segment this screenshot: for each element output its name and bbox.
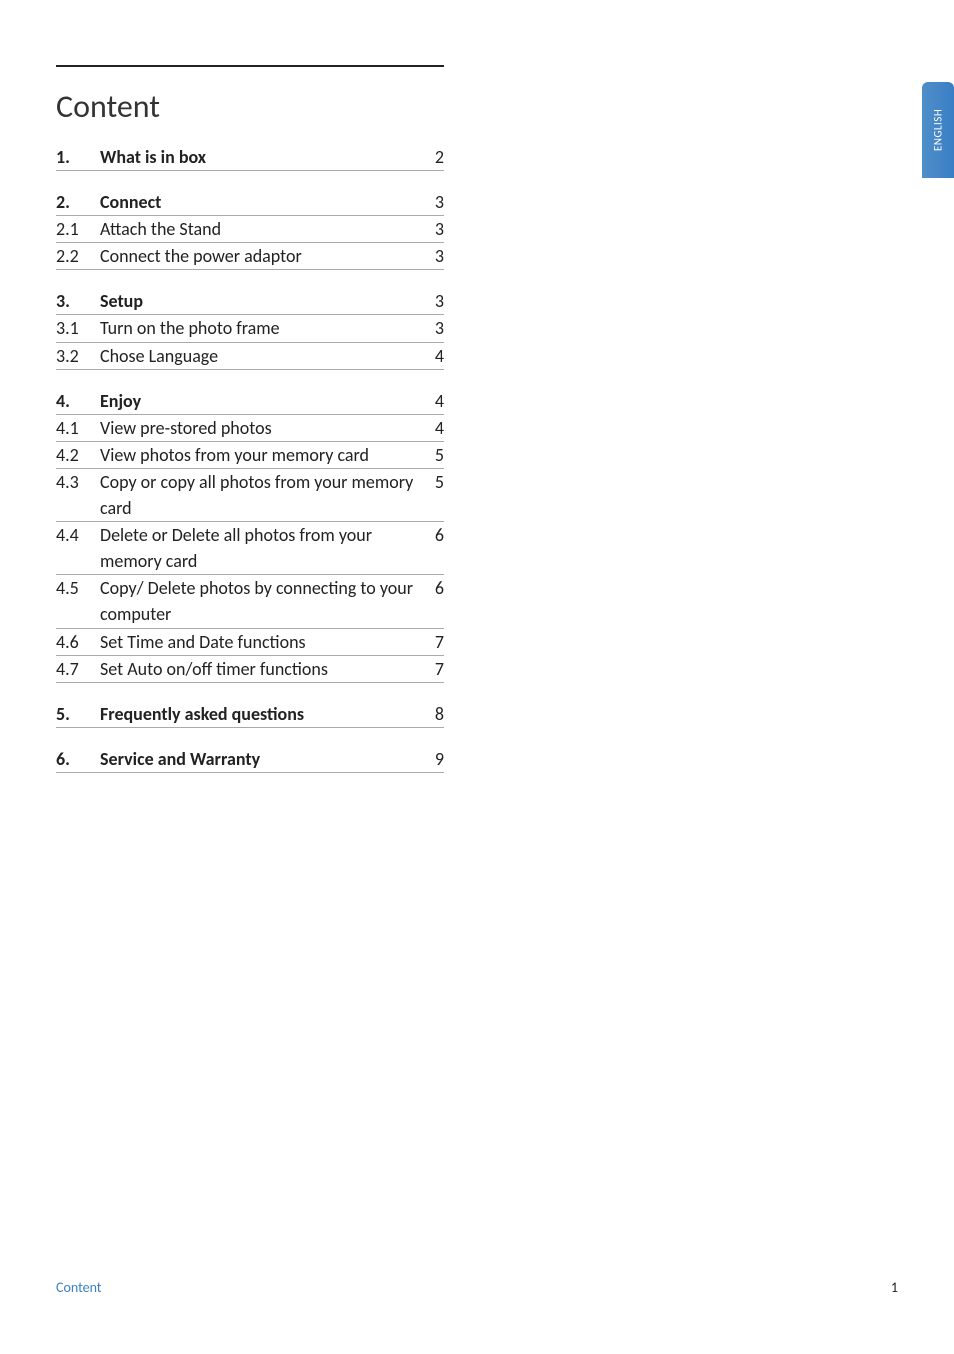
- toc-entry: 4.2View photos from your memory card5: [56, 442, 444, 469]
- page-heading: Content: [56, 65, 444, 126]
- toc-entry-title: Setup: [100, 288, 426, 314]
- toc-entry-page: 3: [426, 243, 444, 269]
- toc-entry-page: 4: [426, 415, 444, 441]
- toc-entry-title: Chose Language: [100, 343, 426, 369]
- toc-entry-number: 4.5: [56, 575, 100, 601]
- toc-entry-number: 5.: [56, 701, 100, 727]
- toc-entry-number: 3.2: [56, 343, 100, 369]
- toc-entry-number: 1.: [56, 144, 100, 170]
- toc-entry: 4.3Copy or copy all photos from your mem…: [56, 469, 444, 522]
- toc-group: 1.What is in box2: [56, 144, 444, 171]
- toc-entry-number: 4.1: [56, 415, 100, 441]
- toc-entry-number: 4.3: [56, 469, 100, 495]
- toc-entry-page: 6: [426, 522, 444, 548]
- toc-entry-title: Service and Warranty: [100, 746, 426, 772]
- toc-entry-number: 6.: [56, 746, 100, 772]
- toc-entry: 6.Service and Warranty9: [56, 746, 444, 773]
- toc-entry: 3.2Chose Language4: [56, 343, 444, 370]
- language-tab: ENGLISH: [922, 82, 954, 178]
- toc-entry-number: 4.7: [56, 656, 100, 682]
- toc-entry-number: 4.4: [56, 522, 100, 548]
- toc-entry: 3.1Turn on the photo frame3: [56, 315, 444, 342]
- toc-group: 6.Service and Warranty9: [56, 746, 444, 773]
- toc-entry-number: 3.: [56, 288, 100, 314]
- toc-entry: 4.Enjoy4: [56, 388, 444, 415]
- toc-entry-page: 3: [426, 189, 444, 215]
- toc-entry: 4.5Copy/ Delete photos by connecting to …: [56, 575, 444, 628]
- toc-entry-number: 3.1: [56, 315, 100, 341]
- toc-entry-number: 2.: [56, 189, 100, 215]
- toc-entry-title: What is in box: [100, 144, 426, 170]
- footer-page-number: 1: [891, 1279, 898, 1296]
- toc-entry-title: Frequently asked questions: [100, 701, 426, 727]
- toc-entry-title: Delete or Delete all photos from your me…: [100, 522, 426, 574]
- toc-entry-number: 2.1: [56, 216, 100, 242]
- toc-entry: 5.Frequently asked questions8: [56, 701, 444, 728]
- toc-entry: 2.1Attach the Stand3: [56, 216, 444, 243]
- toc-entry-title: Copy/ Delete photos by connecting to you…: [100, 575, 426, 627]
- toc-entry-title: View pre-stored photos: [100, 415, 426, 441]
- toc-entry-title: View photos from your memory card: [100, 442, 426, 468]
- page-footer: Content 1: [56, 1279, 898, 1296]
- toc-entry-number: 4.6: [56, 629, 100, 655]
- toc-entry-title: Connect the power adaptor: [100, 243, 426, 269]
- toc-entry-number: 4.2: [56, 442, 100, 468]
- toc-group: 5.Frequently asked questions8: [56, 701, 444, 728]
- toc-entry-page: 6: [426, 575, 444, 601]
- table-of-contents: 1.What is in box22.Connect32.1Attach the…: [56, 144, 444, 773]
- toc-entry-page: 8: [426, 701, 444, 727]
- toc-group: 2.Connect32.1Attach the Stand32.2Connect…: [56, 189, 444, 270]
- footer-section-name: Content: [56, 1279, 102, 1296]
- toc-entry-title: Set Time and Date functions: [100, 629, 426, 655]
- toc-entry-number: 4.: [56, 388, 100, 414]
- toc-entry: 4.7Set Auto on/off timer functions7: [56, 656, 444, 683]
- toc-entry: 2.Connect3: [56, 189, 444, 216]
- toc-entry: 3.Setup3: [56, 288, 444, 315]
- toc-entry-title: Turn on the photo frame: [100, 315, 426, 341]
- toc-group: 4.Enjoy44.1View pre-stored photos44.2Vie…: [56, 388, 444, 683]
- toc-entry-page: 2: [426, 144, 444, 170]
- toc-entry-page: 4: [426, 388, 444, 414]
- toc-entry-page: 5: [426, 469, 444, 495]
- toc-entry-page: 9: [426, 746, 444, 772]
- toc-entry-page: 7: [426, 656, 444, 682]
- toc-entry: 4.1View pre-stored photos4: [56, 415, 444, 442]
- toc-entry-number: 2.2: [56, 243, 100, 269]
- toc-entry-page: 5: [426, 442, 444, 468]
- toc-entry-page: 7: [426, 629, 444, 655]
- toc-entry-page: 4: [426, 343, 444, 369]
- toc-entry-title: Set Auto on/off timer functions: [100, 656, 426, 682]
- toc-group: 3.Setup33.1Turn on the photo frame33.2Ch…: [56, 288, 444, 369]
- toc-entry-title: Connect: [100, 189, 426, 215]
- toc-entry-title: Enjoy: [100, 388, 426, 414]
- toc-entry: 4.4Delete or Delete all photos from your…: [56, 522, 444, 575]
- toc-entry: 1.What is in box2: [56, 144, 444, 171]
- toc-entry: 2.2Connect the power adaptor3: [56, 243, 444, 270]
- toc-entry-page: 3: [426, 288, 444, 314]
- toc-entry-title: Attach the Stand: [100, 216, 426, 242]
- toc-entry-page: 3: [426, 216, 444, 242]
- toc-entry: 4.6Set Time and Date functions7: [56, 629, 444, 656]
- toc-entry-title: Copy or copy all photos from your memory…: [100, 469, 426, 521]
- toc-entry-page: 3: [426, 315, 444, 341]
